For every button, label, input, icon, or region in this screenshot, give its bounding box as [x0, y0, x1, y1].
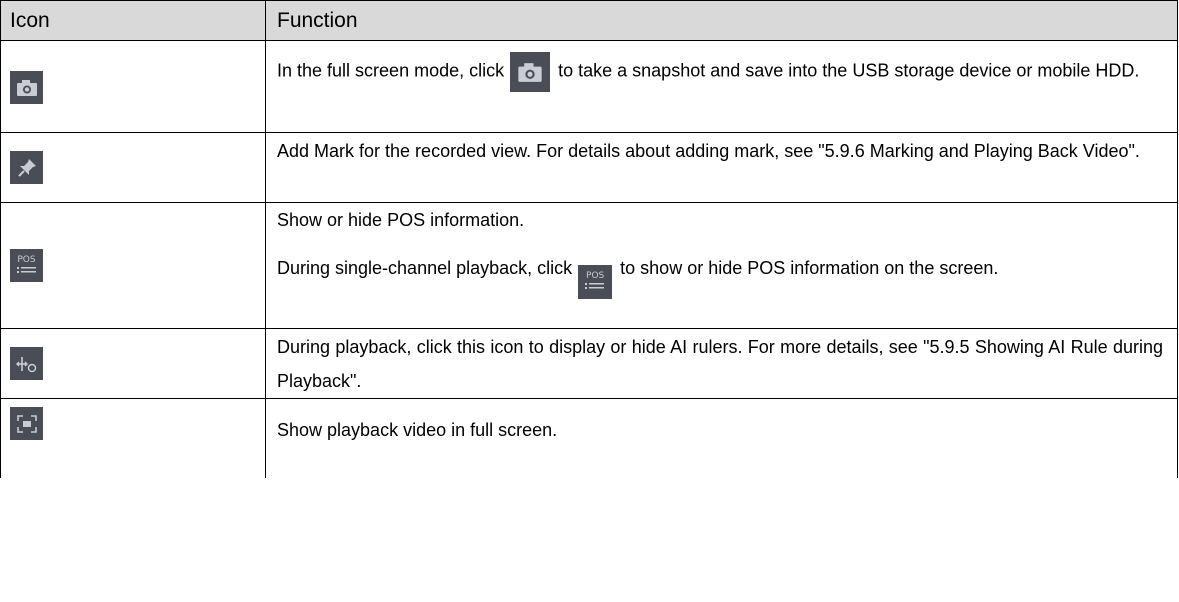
- camera-icon: [10, 71, 43, 104]
- function-cell: Show or hide POS information. During sin…: [266, 203, 1177, 328]
- text-after: to take a snapshot and save into the USB…: [558, 60, 1140, 81]
- ai-ruler-icon: [10, 347, 43, 380]
- text-before: In the full screen mode, click: [277, 60, 505, 81]
- function-text-line1: Show or hide POS information.: [277, 210, 525, 230]
- pos-icon-label: POS: [17, 255, 36, 265]
- table-row: Add Mark for the recorded view. For deta…: [0, 132, 1178, 202]
- function-text: During playback, click this icon to disp…: [277, 337, 1163, 391]
- pos-icon: POS: [10, 249, 43, 282]
- fullscreen-icon: [10, 407, 43, 440]
- text-after: to show or hide POS information on the s…: [620, 258, 999, 278]
- pin-icon: [10, 151, 43, 184]
- pos-icon: POS: [578, 264, 613, 299]
- function-text-line2: During single-channel playback, click POS…: [277, 251, 1163, 299]
- text-before: During single-channel playback, click: [277, 258, 573, 278]
- function-text: In the full screen mode, click to take a …: [277, 52, 1163, 92]
- pos-icon-label: POS: [586, 271, 605, 281]
- table-row: During playback, click this icon to disp…: [0, 328, 1178, 398]
- function-cell: Show playback video in full screen.: [266, 399, 1177, 478]
- icon-cell: [1, 133, 266, 202]
- icon-cell: [1, 41, 266, 132]
- header-icon-cell: Icon: [1, 1, 266, 40]
- table-row: Show playback video in full screen.: [0, 398, 1178, 478]
- icon-cell: POS: [1, 203, 266, 328]
- function-cell: During playback, click this icon to disp…: [266, 329, 1177, 398]
- function-cell: In the full screen mode, click to take a …: [266, 41, 1177, 132]
- icon-cell: [1, 399, 266, 478]
- function-cell: Add Mark for the recorded view. For deta…: [266, 133, 1177, 202]
- function-text: Show playback video in full screen.: [277, 420, 558, 440]
- header-function-cell: Function: [277, 8, 358, 32]
- table-header-row: Icon Function: [0, 0, 1178, 40]
- table-row: POS Show or hide POS information. During…: [0, 202, 1178, 328]
- camera-icon: [510, 52, 551, 92]
- icon-function-table: Icon Function In the full screen mode, c…: [0, 0, 1178, 478]
- function-text: Add Mark for the recorded view. For deta…: [277, 141, 1140, 161]
- table-row: In the full screen mode, click to take a …: [0, 40, 1178, 132]
- icon-cell: [1, 329, 266, 398]
